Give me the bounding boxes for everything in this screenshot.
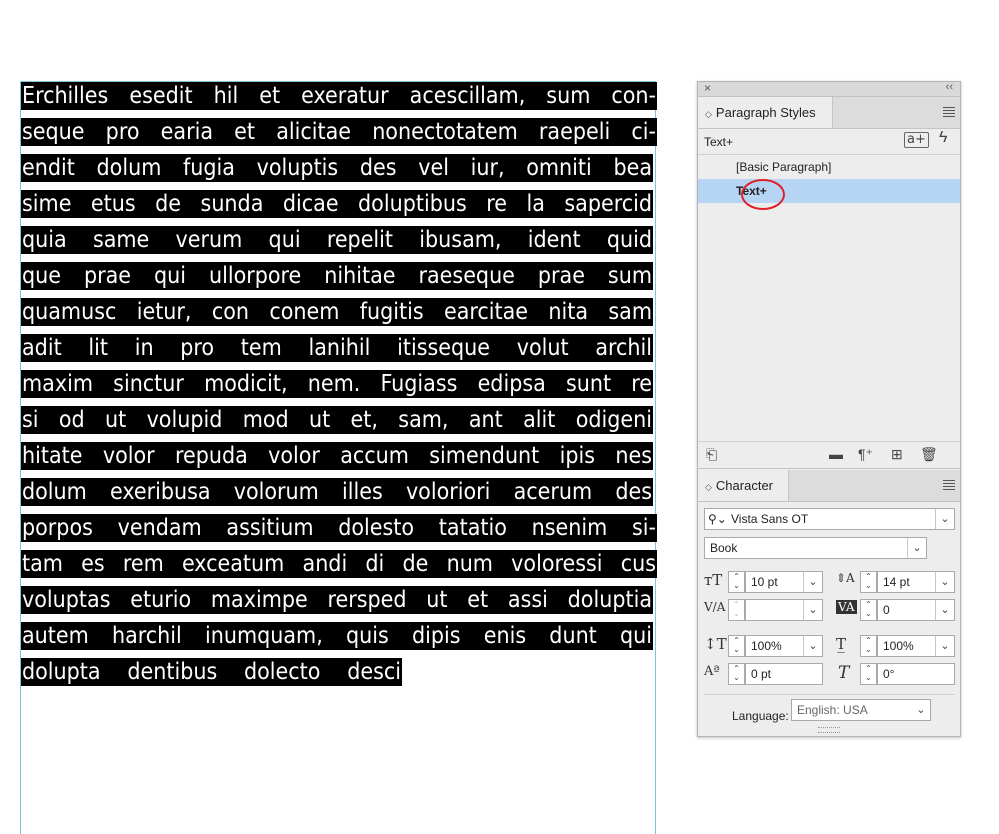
selected-text-block[interactable]: Erchilles esedit hil et exeratur acescil… [21,82,657,694]
skew-stepper[interactable]: ⌃ ⌄ [860,663,877,685]
text-line: sime etus de sunda dicae doluptibus re l… [21,190,653,218]
vertical-scale-field[interactable]: 100% ⌄ [745,635,823,657]
text-line: si od ut volupid mod ut et, sam, ant ali… [21,406,653,434]
new-style-icon[interactable]: ⊞ [891,446,903,463]
tab-label: Character [715,478,773,493]
font-size-field[interactable]: 10 pt ⌄ [745,571,823,593]
resize-grip[interactable] [818,727,840,733]
vertical-scale-value: 100% [751,639,782,653]
text-line: quia same verum qui repelit ibusam, iden… [21,226,653,254]
text-line: que prae qui ullorpore nihitae raeseque … [21,262,653,290]
leading-field[interactable]: 14 pt ⌄ [877,571,955,593]
tab-label: Paragraph Styles [715,105,816,120]
text-line: voluptas eturio maximpe rersped ut et as… [21,586,653,614]
panel-menu-icon[interactable] [943,480,955,492]
skew-value: 0° [883,667,895,681]
skew-icon: T [838,663,850,683]
tracking-stepper[interactable]: ⌃ ⌄ [860,599,877,621]
tab-character[interactable]: ◇ Character [698,470,789,501]
chevron-down-icon[interactable]: ⌄ [935,636,954,656]
expand-icon: ◇ [705,482,712,492]
font-size-stepper[interactable]: ⌃ ⌄ [728,571,745,593]
paragraph-styles-tab-row: ◇ Paragraph Styles [698,97,960,129]
current-style-label: Text+ [704,135,734,149]
chevron-down-icon[interactable]: ⌄ [803,636,822,656]
styles-panel: × ‹‹ ◇ Paragraph Styles Text+ a+ ϟ [Basic… [697,81,961,737]
lightning-icon[interactable]: ϟ [939,129,947,147]
panel-title-bar[interactable]: × ‹‹ [698,81,960,97]
expand-icon: ◇ [705,109,712,119]
leading-icon: ⇕A [836,571,855,585]
tracking-icon: VA [836,600,857,614]
list-item-basic-paragraph[interactable]: [Basic Paragraph] [698,155,960,179]
trash-icon[interactable]: 🗑 [920,446,938,463]
leading-stepper[interactable]: ⌃ ⌄ [860,571,877,593]
collapse-icon[interactable]: ‹‹ [946,81,953,93]
text-line: autem harchil inumquam, quis dipis enis … [21,622,653,650]
leading-value: 14 pt [883,575,910,589]
tab-paragraph-styles[interactable]: ◇ Paragraph Styles [698,97,833,128]
language-value: English: USA [797,703,868,717]
text-line: quamusc ietur, con conem fugitis earcita… [21,298,653,326]
text-line: maxim sinctur modicit, nem. Fugiass edip… [21,370,653,398]
text-line: seque pro earia et alicitae nonectotatem… [21,118,657,146]
panel-bottom-toolbar: ⎗ ▬ ¶⁺ ⊞ 🗑 [698,441,960,469]
close-icon[interactable]: × [704,81,711,95]
baseline-shift-field[interactable]: 0 pt [745,663,823,685]
create-style-icon[interactable]: a+ [904,132,929,148]
chevron-down-icon[interactable]: ⌄ [935,600,954,620]
chevron-down-icon[interactable]: ⌄ [935,572,954,592]
kerning-field[interactable]: ⌄ [745,599,823,621]
font-size-value: 10 pt [751,575,778,589]
panel-menu-icon[interactable] [943,107,955,119]
font-size-icon: ᴛT [704,571,723,589]
baseline-shift-value: 0 pt [751,667,772,681]
baseline-shift-stepper[interactable]: ⌃ ⌄ [728,663,745,685]
chevron-down-icon[interactable]: ⌄ [907,538,926,558]
chevron-down-icon[interactable]: ⌄ [935,509,954,529]
list-item-label: [Basic Paragraph] [736,160,832,174]
font-style-value: Book [710,541,738,555]
divider [704,694,955,695]
font-family-field[interactable]: ⚲⌄ Vista Sans OT ⌄ [704,508,955,530]
paragraph-styles-list: [Basic Paragraph] Text+ [698,154,960,442]
horizontal-scale-icon: T̲ [836,635,847,653]
chevron-down-icon[interactable]: ⌄ [803,600,822,620]
text-line: tam es rem exceatum andi di de num volor… [21,550,657,578]
text-line: endit dolum fugia voluptis des vel iur, … [21,154,653,182]
skew-field[interactable]: 0° [877,663,955,685]
horizontal-scale-value: 100% [883,639,914,653]
text-line: hitate volor repuda volor accum simendun… [21,442,653,470]
font-style-field[interactable]: Book ⌄ [704,537,927,559]
font-family-value: Vista Sans OT [731,512,809,526]
kerning-stepper[interactable]: ⌃ ⌄ [728,599,745,621]
folder-icon[interactable]: ▬ [829,446,843,462]
character-tab-row: ◇ Character [698,470,960,502]
kerning-icon: V/A [704,600,726,614]
text-line: Erchilles esedit hil et exeratur acescil… [21,82,657,110]
chevron-down-icon[interactable]: ⌄ [912,700,930,720]
language-label: Language: [732,709,789,723]
clear-overrides-icon[interactable]: ¶⁺ [858,446,873,463]
list-item-text-plus[interactable]: Text+ [698,179,960,203]
language-select[interactable]: English: USA ⌄ [791,699,931,721]
horizontal-scale-stepper[interactable]: ⌃ ⌄ [860,635,877,657]
text-line: adit lit in pro tem lanihil itisseque vo… [21,334,653,362]
vertical-scale-icon: ↕T [704,635,727,653]
horizontal-scale-field[interactable]: 100% ⌄ [877,635,955,657]
tracking-field[interactable]: 0 ⌄ [877,599,955,621]
search-icon: ⚲⌄ [708,512,727,526]
baseline-shift-icon: Aª [704,664,720,679]
text-line: dolum exeribusa volorum illes voloriori … [21,478,653,506]
annotation-circle [741,179,785,210]
text-line: porpos vendam assitium dolesto tatatio n… [21,514,657,542]
vertical-scale-stepper[interactable]: ⌃ ⌄ [728,635,745,657]
text-line: dolupta dentibus dolecto desci [21,658,402,686]
chevron-down-icon[interactable]: ⌄ [803,572,822,592]
tracking-value: 0 [883,603,890,617]
load-styles-icon[interactable]: ⎗ [706,446,717,463]
